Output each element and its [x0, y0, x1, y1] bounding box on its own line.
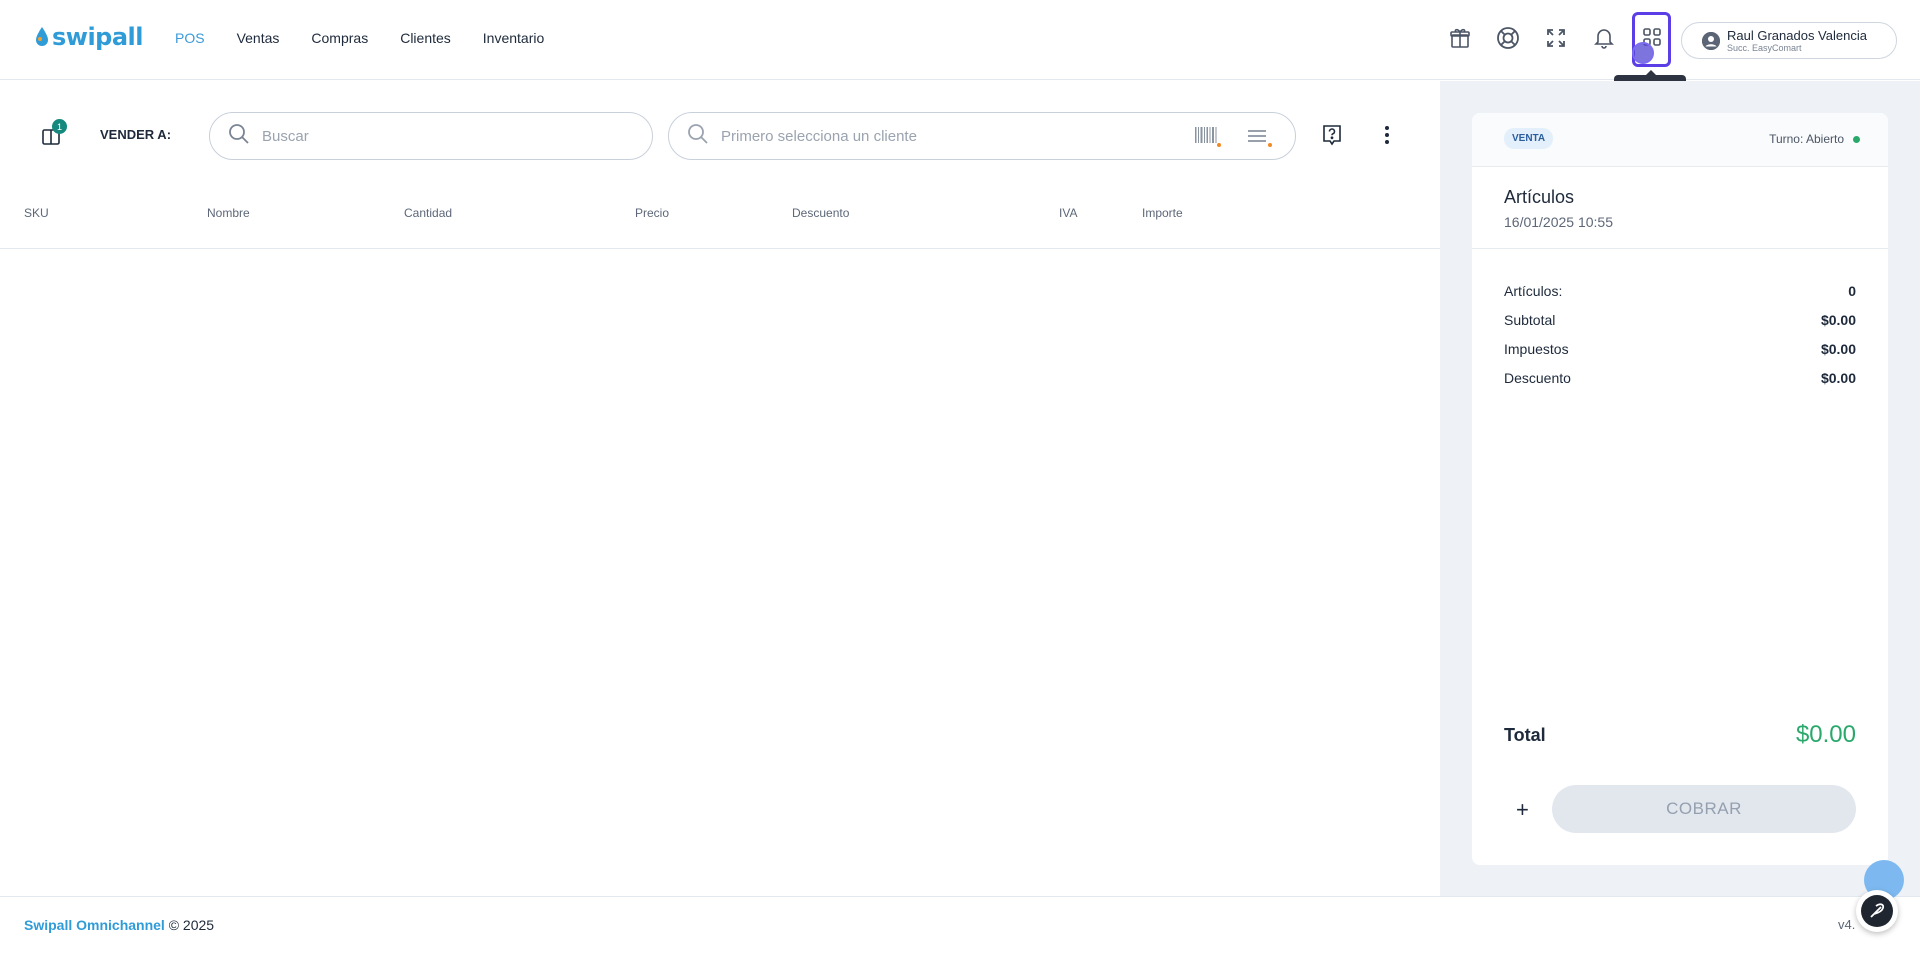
quick-action-button[interactable] — [1856, 890, 1898, 932]
more-options-icon[interactable] — [1380, 124, 1394, 146]
footer-copyright: Swipall Omnichannel © 2025 — [24, 917, 214, 933]
client-search[interactable] — [668, 112, 1296, 160]
col-iva: IVA — [1059, 206, 1078, 220]
col-precio: Precio — [635, 206, 670, 220]
fullscreen-icon[interactable] — [1542, 24, 1570, 52]
user-avatar-icon — [1702, 31, 1720, 50]
client-input[interactable] — [721, 127, 1181, 145]
add-button[interactable]: + — [1516, 797, 1529, 823]
barcode-icon[interactable] — [1193, 125, 1221, 154]
total-label: Total — [1504, 724, 1546, 745]
nav-pos[interactable]: POS — [175, 30, 205, 46]
shift-status-dot — [1853, 135, 1860, 143]
pos-main: 1 VENDER A: Buscar Primero selecciona un… — [0, 81, 1440, 896]
summary-row: Subtotal $0.00 — [1504, 312, 1856, 328]
user-branch: Succ. EasyComart — [1727, 42, 1802, 53]
feather-icon — [1861, 895, 1893, 927]
sale-date: 16/01/2025 10:55 — [1504, 214, 1613, 230]
client-search-icon — [687, 123, 709, 150]
nav-ventas[interactable]: Ventas — [237, 30, 280, 46]
bell-icon[interactable] — [1590, 24, 1618, 52]
summary-label: Descuento — [1504, 370, 1571, 386]
card-header: VENTA Turno: Abierto — [1472, 113, 1888, 167]
nav-compras[interactable]: Compras — [311, 30, 368, 46]
summary-row: Impuestos $0.00 — [1504, 341, 1856, 357]
footer: Swipall Omnichannel © 2025 v4. — [0, 896, 1920, 953]
col-importe: Importe — [1142, 206, 1183, 220]
total-value: $0.00 — [1795, 721, 1856, 748]
summary-row: Descuento $0.00 — [1504, 370, 1856, 386]
col-cantidad: Cantidad — [404, 206, 453, 220]
total-row: Total $0.00 — [1504, 721, 1856, 749]
articles-block: Artículos 16/01/2025 10:55 — [1472, 167, 1888, 249]
nav-clientes[interactable]: Clientes — [400, 30, 451, 46]
charge-button[interactable]: COBRAR — [1552, 785, 1856, 833]
summary-row: Artículos: 0 — [1504, 283, 1856, 299]
summary-label: Impuestos — [1504, 341, 1569, 357]
items-table-header: SKU Nombre Cantidad Precio Descuento IVA… — [0, 206, 1440, 249]
nav-inventario[interactable]: Inventario — [483, 30, 544, 46]
col-descuento: Descuento — [792, 206, 850, 220]
footer-brand-link[interactable]: Swipall Omnichannel — [24, 917, 165, 933]
version-label: v4. — [1838, 917, 1856, 932]
col-sku: SKU — [24, 206, 49, 220]
cursor-indicator — [1632, 42, 1654, 64]
summary-value: $0.00 — [1820, 341, 1856, 357]
cart-count-badge: 1 — [52, 119, 67, 134]
sale-summary-card: VENTA Turno: Abierto Artículos 16/01/202… — [1472, 113, 1888, 865]
summary-value: 0 — [1848, 283, 1856, 299]
help-icon[interactable] — [1321, 124, 1343, 146]
user-menu[interactable]: Raul Granados Valencia Succ. EasyComart — [1681, 22, 1897, 59]
list-menu-icon[interactable] — [1245, 125, 1273, 154]
summary-value: $0.00 — [1820, 370, 1856, 386]
main-nav: POS Ventas Compras Clientes Inventario — [175, 30, 576, 46]
footer-year: © 2025 — [168, 917, 215, 933]
summary-label: Subtotal — [1504, 312, 1556, 328]
articles-title: Artículos — [1504, 187, 1575, 207]
summary-label: Artículos: — [1504, 283, 1563, 299]
top-bar: swipall POS Ventas Compras Clientes Inve… — [0, 0, 1920, 80]
product-search[interactable] — [209, 112, 653, 160]
user-name: Raul Granados Valencia — [1727, 27, 1867, 43]
gift-icon[interactable] — [1446, 24, 1474, 52]
swipall-logo[interactable]: swipall — [34, 22, 144, 52]
search-input[interactable] — [262, 127, 562, 145]
summary-value: $0.00 — [1820, 312, 1856, 328]
logo-drop-icon — [34, 26, 50, 48]
logo-text: swipall — [52, 23, 144, 51]
col-nombre: Nombre — [207, 206, 250, 220]
search-icon — [228, 123, 250, 150]
sale-type-badge: VENTA — [1504, 128, 1554, 149]
shift-status: Turno: Abierto — [1769, 132, 1860, 146]
lifebuoy-icon[interactable] — [1494, 24, 1522, 52]
shift-label: Turno: Abierto — [1769, 132, 1844, 146]
sell-to-label: VENDER A: — [100, 127, 172, 142]
